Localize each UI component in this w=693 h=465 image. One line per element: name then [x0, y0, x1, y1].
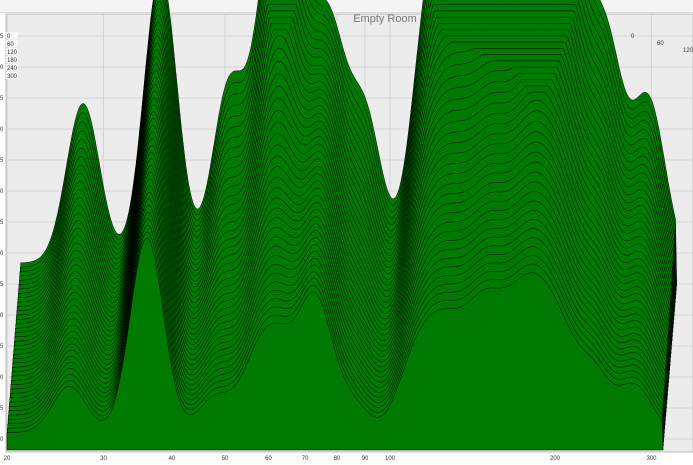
x-tick-label: 20 — [4, 456, 11, 462]
x-tick-label: 50 — [222, 456, 229, 462]
y-tick-label: 0 — [0, 251, 4, 257]
x-tick-label: 200 — [550, 456, 561, 462]
time-tick-label: 180 — [7, 58, 18, 64]
x-tick-label: 60 — [265, 456, 272, 462]
x-tick-label: 100 — [385, 456, 396, 462]
time-tick-label: 240 — [7, 66, 18, 72]
y-tick-label: 5 — [0, 406, 4, 412]
x-tick-label: 40 — [169, 456, 176, 462]
y-tick-label: 0 — [0, 189, 4, 195]
y-tick-label: 5 — [0, 158, 4, 164]
y-tick-label: 5 — [0, 344, 4, 350]
time-tick-label: 300 — [7, 74, 18, 80]
x-tick-label: 80 — [334, 456, 341, 462]
time-tick-label: 60 — [7, 42, 14, 48]
x-tick-label: 90 — [362, 456, 369, 462]
y-tick-label: 0 — [0, 127, 4, 133]
y-tick-label: 0 — [0, 313, 4, 319]
y-tick-label: 0 — [0, 375, 4, 381]
y-axis: 5 0 5 0 5 0 5 0 5 0 5 0 5 0 — [0, 34, 4, 443]
y-tick-label: 5 — [0, 96, 4, 102]
y-tick-label: 0 — [0, 65, 4, 71]
time-tick-label: 120 — [683, 48, 693, 54]
y-tick-label: 0 — [0, 437, 4, 443]
x-tick-label: 300 — [646, 456, 657, 462]
y-tick-label: 5 — [0, 34, 4, 40]
y-tick-label: 5 — [0, 282, 4, 288]
x-tick-label: 30 — [100, 456, 107, 462]
chart-title: Empty Room — [353, 13, 417, 25]
time-tick-label: 60 — [657, 41, 664, 47]
time-tick-label: 120 — [7, 50, 18, 56]
x-axis: 20 30 40 50 60 70 80 90 100 200 300 — [4, 456, 658, 462]
x-tick-label: 70 — [302, 456, 309, 462]
y-tick-label: 5 — [0, 220, 4, 226]
waterfall-chart: Empty Room 20 30 40 50 60 70 80 90 100 200 300 060… — [0, 0, 693, 462]
